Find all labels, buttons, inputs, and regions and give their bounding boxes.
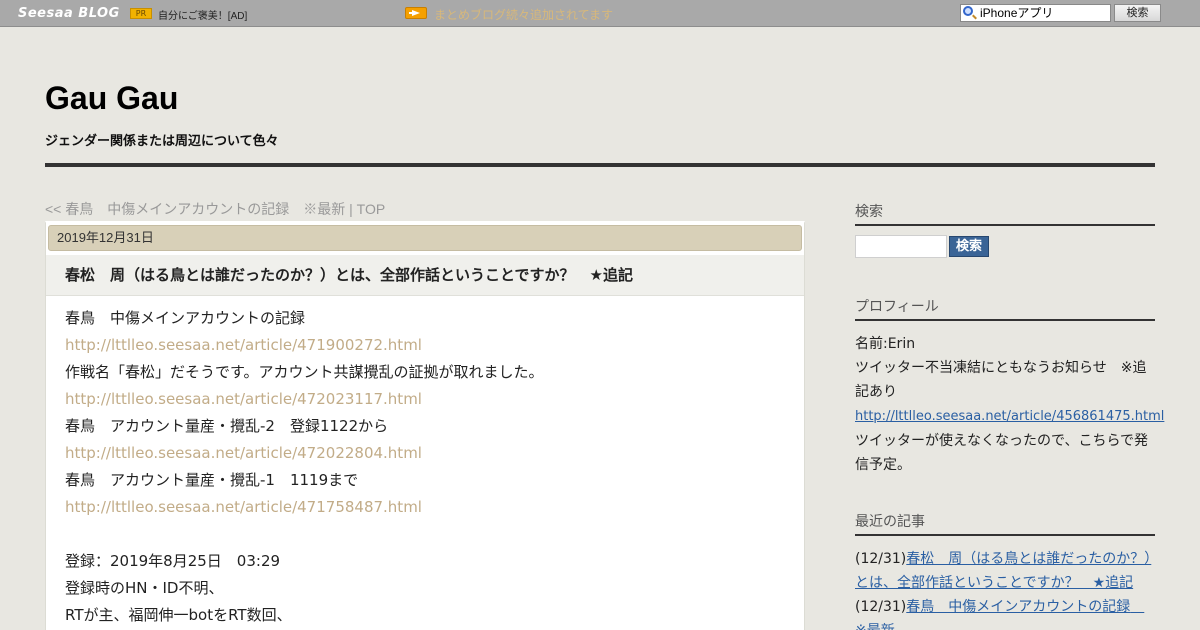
article-line: 登録：2019年8月25日 03:29 [65, 552, 281, 570]
article-link[interactable]: http://lttlleo.seesaa.net/article/472023… [65, 386, 785, 413]
recent-item: (12/31)春鳥 中傷メインアカウントの記録 ※最新 [855, 595, 1155, 630]
sidebar-search-button[interactable]: 検索 [949, 236, 989, 257]
sidebar-search-heading: 検索 [855, 201, 1155, 226]
article-link[interactable]: http://lttlleo.seesaa.net/article/471758… [65, 494, 785, 521]
article-line: 春鳥 中傷メインアカウントの記録 [65, 309, 306, 327]
article-body: 春鳥 中傷メインアカウントの記録 http://lttlleo.seesaa.n… [65, 305, 785, 629]
article-line: 春鳥 アカウント量産・攪乱-2 登録1122から [65, 417, 389, 435]
profile-heading: プロフィール [855, 296, 1155, 321]
seesaa-logo[interactable]: Seesaa BLOG [18, 6, 120, 21]
article-link[interactable]: http://lttlleo.seesaa.net/article/471900… [65, 332, 785, 359]
nav-separator: | [345, 201, 357, 217]
profile-name: 名前:Erin [855, 336, 916, 352]
sidebar-recent: 最近の記事 (12/31)春松 周（はる鳥とは誰だったのか？）とは、全部作話とい… [855, 511, 1155, 630]
blog-subtitle: ジェンダー関係または周辺について色々 [45, 134, 279, 149]
header-divider [45, 163, 1155, 167]
article: 2019年12月31日 春松 周（はる鳥とは誰だったのか？）とは、全部作話という… [45, 221, 805, 630]
profile-text: ツイッター不当凍結にともなうお知らせ ※追記あり [855, 360, 1147, 400]
ad-link[interactable]: 自分にご褒美！[AD] [158, 7, 247, 22]
recent-item: (12/31)春松 周（はる鳥とは誰だったのか？）とは、全部作話ということですか… [855, 547, 1155, 595]
profile-link[interactable]: http://lttlleo.seesaa.net/article/456861… [855, 409, 1164, 424]
top-bar: Seesaa BLOG PR 自分にご褒美！[AD] まとめブログ続々追加されて… [0, 0, 1200, 27]
matome-link[interactable]: まとめブログ続々追加されてます [434, 6, 613, 23]
article-blank-line [65, 521, 785, 548]
article-line: 春鳥 アカウント量産・攪乱-1 1119まで [65, 471, 359, 489]
recent-item-date: (12/31) [855, 599, 907, 615]
sidebar-search-input[interactable] [855, 235, 947, 258]
top-link[interactable]: TOP [357, 201, 386, 217]
blog-title[interactable]: Gau Gau [45, 80, 178, 117]
article-title[interactable]: 春松 周（はる鳥とは誰だったのか？）とは、全部作話ということですか？ ★追記 [46, 255, 804, 296]
article-navigation: << 春鳥 中傷メインアカウントの記録 ※最新 | TOP [45, 199, 385, 219]
sidebar-profile: プロフィール 名前:Erin ツイッター不当凍結にともなうお知らせ ※追記あり … [855, 296, 1164, 477]
article-line: 作戦名「春松」だそうです。アカウント共謀攪乱の証拠が取れました。 [65, 363, 544, 381]
profile-link-row: http://lttlleo.seesaa.net/article/456861… [855, 404, 1164, 429]
recent-heading: 最近の記事 [855, 511, 1155, 536]
article-line: RTが主、福岡伸一botをRT数回、 [65, 606, 292, 624]
recent-item-date: (12/31) [855, 551, 907, 567]
article-date: 2019年12月31日 [48, 225, 802, 251]
sidebar-search: 検索 検索 [855, 201, 1155, 261]
profile-text: ツイッターが使えなくなったので、こちらで発信予定。 [855, 433, 1149, 473]
prev-article-link[interactable]: << 春鳥 中傷メインアカウントの記録 ※最新 [45, 201, 345, 217]
arrow-right-icon [405, 7, 427, 19]
top-search-input[interactable]: iPhoneアプリ [960, 4, 1111, 22]
top-search-button[interactable]: 検索 [1114, 4, 1161, 22]
search-icon [963, 6, 973, 16]
pr-badge: PR [130, 8, 152, 19]
article-link[interactable]: http://lttlleo.seesaa.net/article/472022… [65, 440, 785, 467]
article-line: 登録時のHN・ID不明、 [65, 579, 224, 597]
